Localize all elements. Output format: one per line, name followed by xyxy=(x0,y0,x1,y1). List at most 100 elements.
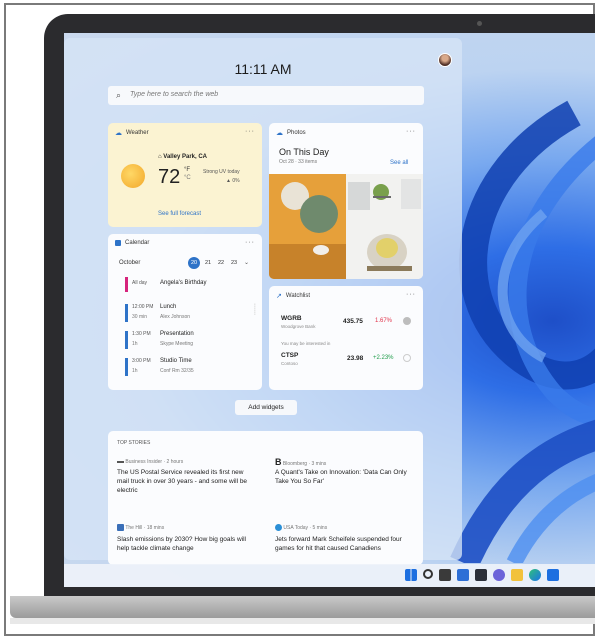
file-explorer-icon[interactable] xyxy=(475,569,487,581)
calendar-month[interactable]: October xyxy=(119,260,140,266)
screen: 11:11 AM ⌕ Type here to search the web ☁… xyxy=(64,33,595,587)
sun-icon xyxy=(121,164,145,188)
calendar-widget[interactable]: Calendar ··· October 20 21 22 23 ⌄ All d… xyxy=(108,234,262,390)
source-logo-icon xyxy=(275,524,282,531)
calendar-day[interactable]: 23 xyxy=(231,260,237,266)
story-headline: Jets forward Mark Scheifele suspended fo… xyxy=(275,536,402,552)
event-time: 12:00 PM xyxy=(132,304,154,310)
event-title: Studio Time xyxy=(160,358,192,364)
photos-title: Photos xyxy=(287,130,306,136)
event-duration: 1h xyxy=(132,368,138,374)
stock-price: 435.75 xyxy=(343,318,363,325)
laptop-chin xyxy=(10,596,595,618)
event-duration: 30 min xyxy=(132,314,148,320)
top-stories-widget: TOP STORIES Business Insider · 2 hours T… xyxy=(108,431,423,565)
story-source: Business Insider · 2 hours xyxy=(125,459,184,465)
story-headline: A Quant's Take on Innovation: 'Data Can … xyxy=(275,469,407,485)
story-source: Bloomberg · 3 mins xyxy=(282,461,327,467)
calendar-day[interactable]: 21 xyxy=(205,260,211,266)
weather-temperature: 72 xyxy=(158,166,181,188)
stock-name: Contoso xyxy=(281,361,298,366)
watchlist-more-button[interactable]: ··· xyxy=(406,291,416,298)
event-color-bar xyxy=(125,358,128,376)
chevron-down-icon[interactable]: ⌄ xyxy=(244,259,249,266)
taskbar xyxy=(64,564,595,587)
event-color-bar xyxy=(125,304,128,322)
weather-location: Valley Park, CA xyxy=(163,154,207,160)
photos-more-button[interactable]: ··· xyxy=(406,128,416,135)
story-source: USA Today · 5 mins xyxy=(283,524,328,531)
stock-change: 1.67% xyxy=(375,318,393,324)
source-logo-icon xyxy=(117,524,124,531)
search-placeholder: Type here to search the web xyxy=(130,91,219,98)
event-subtitle: Alex Johnson xyxy=(160,314,191,320)
unit-c[interactable]: °C xyxy=(184,175,191,181)
calendar-day[interactable]: 22 xyxy=(218,260,224,266)
calendar-day-selected[interactable]: 20 xyxy=(188,257,200,269)
calendar-title: Calendar xyxy=(125,240,150,246)
add-widgets-button[interactable]: Add widgets xyxy=(235,400,297,415)
event-title: Presentation xyxy=(160,331,194,337)
cloud-icon: ☁ xyxy=(276,130,283,137)
weather-icon: ☁ xyxy=(115,130,122,137)
drop-icon: ▲ xyxy=(226,178,231,184)
photos-heading: On This Day xyxy=(279,147,329,157)
start-icon[interactable] xyxy=(405,569,417,581)
task-view-icon[interactable] xyxy=(439,569,451,581)
search-icon: ⌕ xyxy=(116,90,122,100)
event-scroll-handle[interactable]: ⋮ ⋮ xyxy=(252,304,258,316)
stock-symbol: CTSP xyxy=(281,352,299,359)
unit-f[interactable]: °F xyxy=(184,167,190,173)
photos-subtitle: Oct 28 · 33 items xyxy=(279,159,318,165)
widgets-icon[interactable] xyxy=(457,569,469,581)
webcam xyxy=(477,21,482,26)
folder-icon[interactable] xyxy=(511,569,523,581)
event-duration: 1h xyxy=(132,341,138,347)
event-color-bar xyxy=(125,331,128,349)
event-time: 3:00 PM xyxy=(132,358,151,364)
stock-symbol: WGRB xyxy=(281,315,302,322)
event-subtitle: Skype Meeting xyxy=(160,341,194,347)
story-source: The Hill · 18 mins xyxy=(125,524,165,531)
event-color-bar xyxy=(125,277,128,292)
search-box[interactable]: ⌕ Type here to search the web xyxy=(108,86,424,105)
stocks-icon: ↗ xyxy=(276,293,282,300)
weather-title: Weather xyxy=(126,130,149,136)
story-headline: Slash emissions by 2030? How big goals w… xyxy=(117,536,246,552)
laptop-base xyxy=(10,618,595,624)
weather-forecast-link[interactable]: See full forecast xyxy=(158,211,201,217)
weather-more-button[interactable]: ··· xyxy=(245,128,255,135)
home-icon: ⌂ xyxy=(158,154,162,160)
weather-condition: Strong UV today xyxy=(203,169,240,175)
store-icon[interactable] xyxy=(547,569,559,581)
interest-label: You may be interested in xyxy=(281,341,331,346)
weather-widget[interactable]: ☁ Weather ··· ⌂ Valley Park, CA 72 °F °C… xyxy=(108,123,262,227)
stock-action-icon[interactable] xyxy=(403,354,411,362)
clock: 11:11 AM xyxy=(234,61,292,77)
profile-avatar[interactable] xyxy=(438,53,452,67)
chat-icon[interactable] xyxy=(493,569,505,581)
photos-widget[interactable]: ☁ Photos ··· On This Day Oct 28 · 33 ite… xyxy=(269,123,423,279)
stories-title: TOP STORIES xyxy=(117,440,151,446)
weather-precip: 0% xyxy=(232,178,240,184)
widgets-panel: 11:11 AM ⌕ Type here to search the web ☁… xyxy=(64,38,462,565)
photos-see-all-link[interactable]: See all xyxy=(390,160,408,166)
watchlist-title: Watchlist xyxy=(285,293,310,299)
event-time: 1:30 PM xyxy=(132,331,151,337)
calendar-more-button[interactable]: ··· xyxy=(245,239,255,246)
watchlist-widget[interactable]: ↗ Watchlist ··· WGRB Woodgrove Bank 435.… xyxy=(269,286,423,390)
search-icon[interactable] xyxy=(423,569,433,579)
event-time: All day xyxy=(132,280,148,286)
event-subtitle: Conf Rm 32/35 xyxy=(160,368,194,374)
story-headline: The US Postal Service revealed its first… xyxy=(117,469,248,494)
stock-price: 23.98 xyxy=(347,355,364,362)
calendar-icon xyxy=(115,240,121,246)
edge-icon[interactable] xyxy=(529,569,541,581)
photo-thumbnail[interactable] xyxy=(269,174,423,279)
source-logo-icon: B xyxy=(275,457,282,467)
stock-change: +2.23% xyxy=(373,355,394,361)
source-logo-icon xyxy=(117,460,124,463)
stock-name: Woodgrove Bank xyxy=(281,324,316,329)
event-title: Angela's Birthday xyxy=(160,280,207,286)
stock-action-icon[interactable] xyxy=(403,317,411,325)
